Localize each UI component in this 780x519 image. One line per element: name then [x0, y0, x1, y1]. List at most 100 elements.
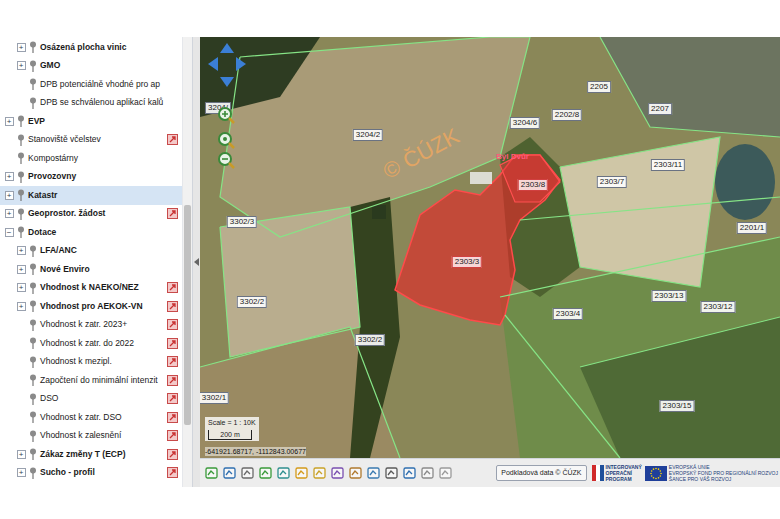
- info-icon[interactable]: [167, 356, 178, 367]
- layer-item[interactable]: DPB potenciálně vhodné pro ap: [0, 75, 182, 94]
- expander-box[interactable]: −: [5, 228, 14, 237]
- info-icon[interactable]: [167, 338, 178, 349]
- expander-box[interactable]: +: [17, 450, 26, 459]
- layer-item[interactable]: Stanoviště včelstev: [0, 131, 182, 150]
- layer-label: Provozovny: [28, 170, 178, 183]
- info-icon[interactable]: [167, 393, 178, 404]
- map[interactable]: © ČÚZKBýl Dvůr3204/220522073204/62202/83…: [200, 37, 780, 458]
- expander-box[interactable]: +: [17, 246, 26, 255]
- layer-item[interactable]: Vhodnost k zatr. 2023+: [0, 316, 182, 335]
- parcel-label[interactable]: 2207: [648, 103, 672, 115]
- parcel-label[interactable]: 2303/11: [651, 159, 685, 171]
- layer-item[interactable]: Započtení do minimální intenzit: [0, 371, 182, 390]
- info-icon[interactable]: [167, 375, 178, 386]
- parcel-label[interactable]: 2303/8: [518, 179, 548, 191]
- tool-icon[interactable]: [313, 466, 326, 480]
- tool-icon[interactable]: [277, 466, 290, 480]
- parcel-label[interactable]: 3302/3: [227, 216, 257, 228]
- layer-pin-icon: [29, 41, 37, 53]
- layer-item[interactable]: +Zákaz změny T (ECP): [0, 445, 182, 464]
- layer-item[interactable]: +GMO: [0, 57, 182, 76]
- parcel-label[interactable]: 2303/15: [660, 400, 695, 412]
- expander-box[interactable]: +: [5, 117, 14, 126]
- tool-icon[interactable]: [331, 466, 344, 480]
- info-icon[interactable]: [167, 449, 178, 460]
- expander-box[interactable]: +: [17, 302, 26, 311]
- collapse-arrow-icon[interactable]: [194, 258, 199, 266]
- tool-icon[interactable]: [259, 466, 272, 480]
- layer-item[interactable]: Vhodnost k zalesnění: [0, 427, 182, 446]
- layer-item[interactable]: +Sucho - profil: [0, 464, 182, 483]
- layer-item[interactable]: Vhodnost k zatr. DSO: [0, 408, 182, 427]
- tool-icon[interactable]: [367, 466, 380, 480]
- info-icon[interactable]: [167, 467, 178, 478]
- parcel-label[interactable]: 3302/2: [237, 296, 267, 308]
- layer-item[interactable]: + Provozovny: [0, 168, 182, 187]
- parcel-label[interactable]: 2202/8: [552, 109, 582, 121]
- layer-item[interactable]: DSO: [0, 390, 182, 409]
- layer-pin-icon: [29, 411, 37, 423]
- layer-item[interactable]: +EVP: [0, 112, 182, 131]
- parcel-label[interactable]: 2303/13: [652, 290, 687, 302]
- parcel-label[interactable]: 2303/3: [452, 256, 482, 268]
- scrollbar[interactable]: [182, 37, 192, 487]
- info-icon[interactable]: [167, 208, 178, 219]
- expander-box[interactable]: +: [17, 468, 26, 477]
- attribution-button[interactable]: Podkladová data © ČÚZK: [496, 465, 586, 482]
- parcel-label[interactable]: 2201/1: [737, 222, 767, 234]
- tool-icon[interactable]: [205, 466, 218, 480]
- parcel-label[interactable]: 3302/2: [355, 334, 385, 346]
- layer-item[interactable]: +Katastr: [0, 186, 182, 205]
- parcel-label[interactable]: 2303/4: [553, 308, 583, 320]
- layer-item[interactable]: Kompostárny: [0, 149, 182, 168]
- layer-label: Geoprostor. žádost: [28, 207, 164, 220]
- layer-label: Stanoviště včelstev: [28, 133, 164, 146]
- zoom-out-icon[interactable]: [217, 151, 235, 169]
- tool-icon[interactable]: [385, 466, 398, 480]
- layer-item[interactable]: Vhodnost k mezipl.: [0, 353, 182, 372]
- layer-item[interactable]: DPB se schválenou aplikací kalů: [0, 94, 182, 113]
- parcel-label[interactable]: 3204/6: [510, 117, 540, 129]
- tool-icon[interactable]: [421, 466, 434, 480]
- tool-icon[interactable]: [349, 466, 362, 480]
- info-icon[interactable]: [167, 134, 178, 145]
- tool-icon[interactable]: [241, 466, 254, 480]
- expander-box[interactable]: +: [5, 209, 14, 218]
- panel-splitter[interactable]: [193, 37, 200, 487]
- tool-icon[interactable]: [403, 466, 416, 480]
- parcel-label[interactable]: 3302/1: [200, 392, 229, 404]
- expander-box[interactable]: +: [17, 283, 26, 292]
- tool-icon[interactable]: [223, 466, 236, 480]
- zoom-extent-icon[interactable]: [217, 131, 235, 149]
- tool-icon[interactable]: [295, 466, 308, 480]
- parcel-label[interactable]: 2303/7: [597, 176, 627, 188]
- layer-item[interactable]: +LFA/ANC: [0, 242, 182, 261]
- expander-box[interactable]: +: [5, 172, 14, 181]
- expander-box[interactable]: +: [5, 191, 14, 200]
- expander-box[interactable]: +: [17, 265, 26, 274]
- zoom-in-icon[interactable]: [217, 106, 235, 124]
- parcel-label[interactable]: 2205: [587, 81, 611, 93]
- layer-item[interactable]: +Nové Enviro: [0, 260, 182, 279]
- layer-item[interactable]: +Vhodnost k NAEKO/NEZ: [0, 279, 182, 298]
- layer-label: Vhodnost pro AEKOK-VN: [40, 300, 164, 313]
- parcel-label[interactable]: 3204/2: [353, 129, 383, 141]
- expander-box[interactable]: +: [17, 61, 26, 70]
- layer-item[interactable]: + Vhodnost pro AEKOK-VN: [0, 297, 182, 316]
- layer-label: Vhodnost k zatr. DSO: [40, 411, 164, 424]
- layer-item[interactable]: +Osázená plocha vinic: [0, 38, 182, 57]
- layer-item[interactable]: −Dotace: [0, 223, 182, 242]
- layer-item[interactable]: Vhodnost k zatr. do 2022: [0, 334, 182, 353]
- scale-text: Scale = 1 : 10K: [208, 418, 256, 429]
- layer-item[interactable]: + Geoprostor. žádost: [0, 205, 182, 224]
- tool-icon[interactable]: [439, 466, 452, 480]
- parcel-label[interactable]: 2303/12: [701, 301, 736, 313]
- info-icon[interactable]: [167, 412, 178, 423]
- info-icon[interactable]: [167, 319, 178, 330]
- info-icon[interactable]: [167, 301, 178, 312]
- expander-box[interactable]: +: [17, 43, 26, 52]
- info-icon[interactable]: [167, 430, 178, 441]
- scrollbar-thumb[interactable]: [184, 205, 191, 425]
- info-icon[interactable]: [167, 282, 178, 293]
- pan-control-icon[interactable]: [206, 41, 248, 91]
